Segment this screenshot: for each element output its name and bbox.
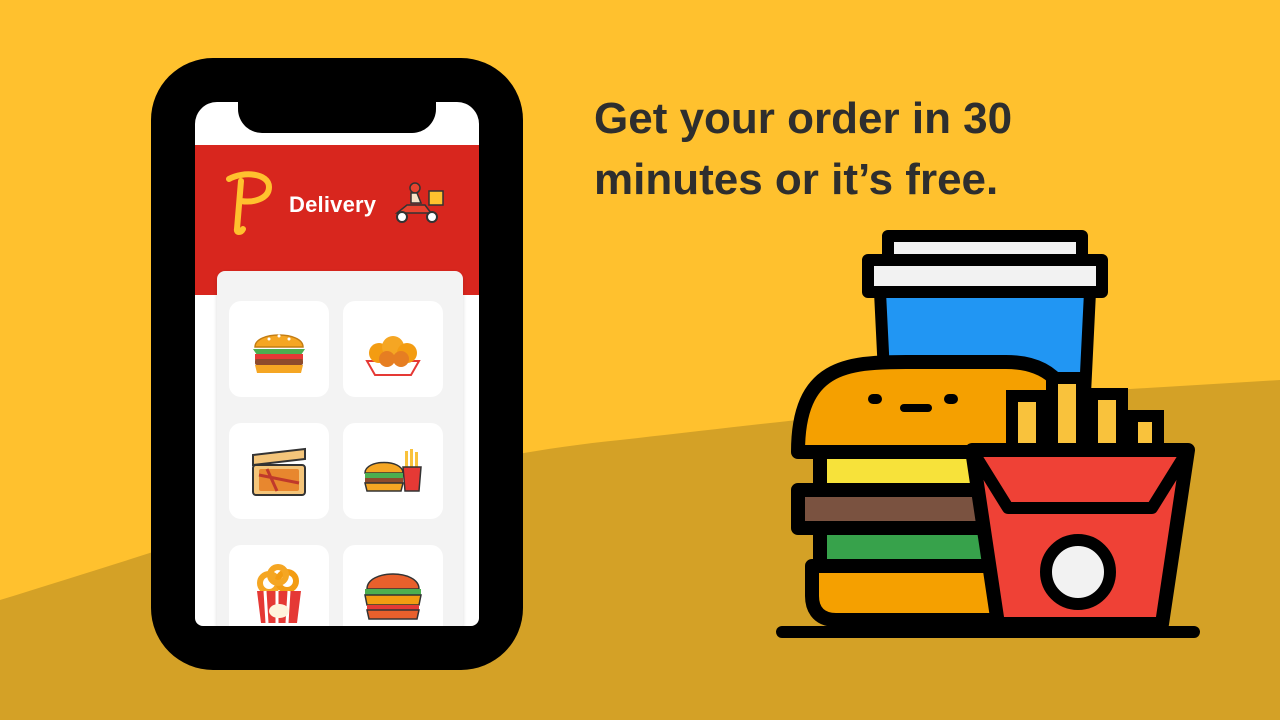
menu-grid <box>217 271 463 626</box>
delivery-scooter-icon <box>394 182 444 223</box>
brand-logo-icon[interactable] <box>223 169 279 235</box>
burger-icon <box>253 334 305 373</box>
menu-item-nuggets[interactable] <box>343 301 443 397</box>
menu-item-combo[interactable] <box>343 423 443 519</box>
meal-illustration <box>776 230 1200 638</box>
burger-fries-combo-icon <box>364 449 422 492</box>
headline-line-2: minutes or it’s free. <box>594 155 999 204</box>
menu-item-chicken-burger[interactable] <box>343 545 443 626</box>
phone-notch <box>238 102 436 133</box>
app-title: Delivery <box>289 192 377 217</box>
onion-rings-icon <box>257 564 301 624</box>
menu-item-pizza[interactable] <box>229 423 329 519</box>
headline-line-1: Get your order in 30 <box>594 94 1013 143</box>
promo-headline: Get your order in 30 minutes or it’s fre… <box>594 88 1194 210</box>
phone-screen: Delivery <box>195 102 479 626</box>
chicken-burger-icon <box>364 573 422 620</box>
nuggets-icon <box>365 336 421 376</box>
phone-mockup: Delivery <box>151 58 523 670</box>
menu-item-onion-rings[interactable] <box>229 545 329 626</box>
menu-item-burger[interactable] <box>229 301 329 397</box>
pizza-box-icon <box>252 447 306 496</box>
